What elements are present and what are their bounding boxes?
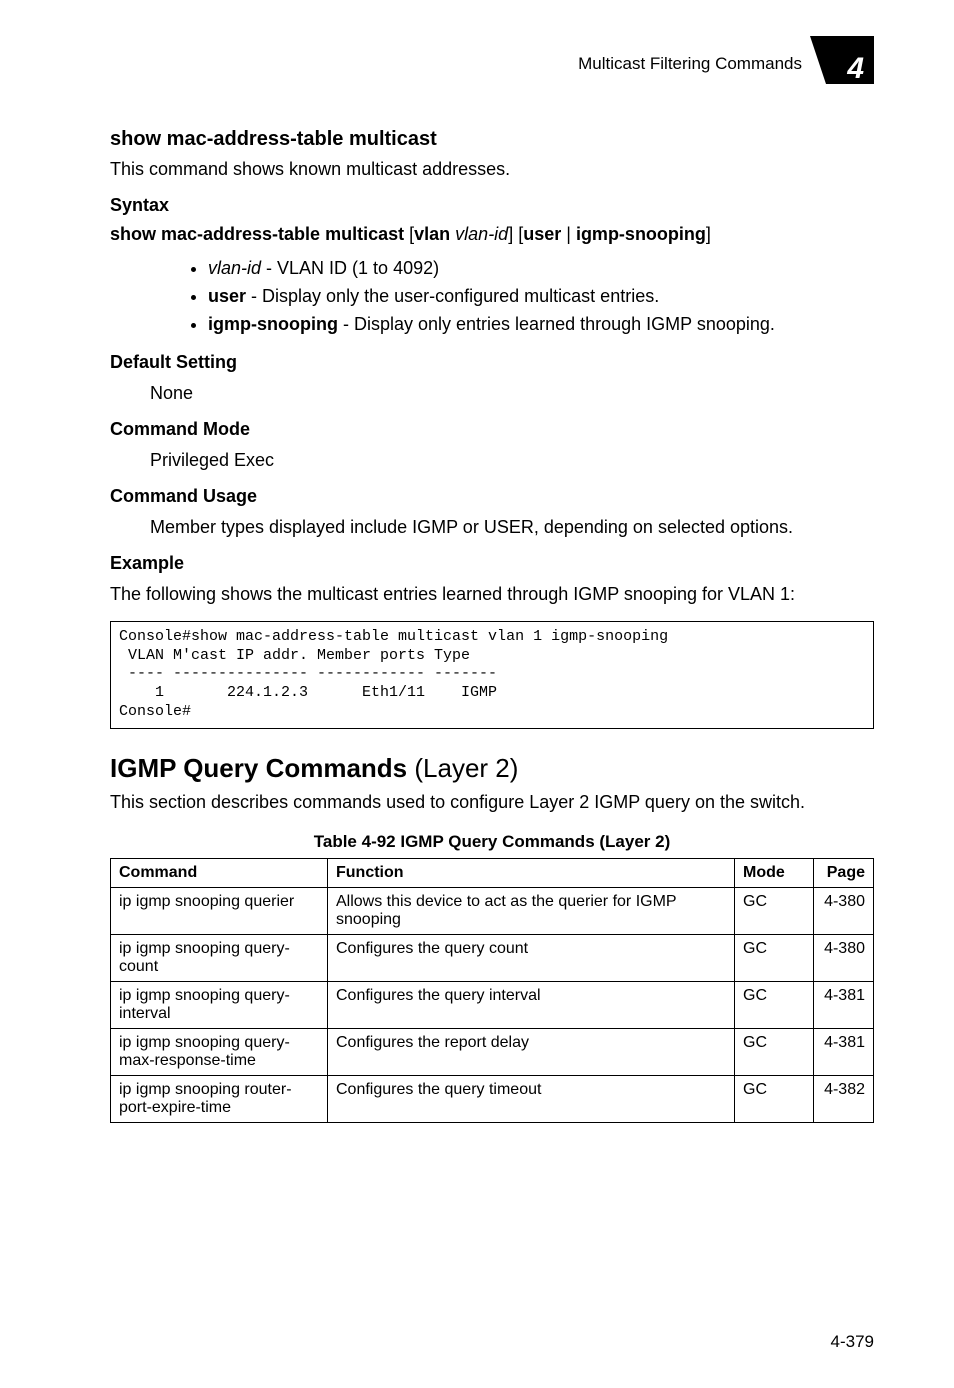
td-page: 4-380 bbox=[814, 934, 874, 981]
td-mode: GC bbox=[735, 981, 814, 1028]
td-command: ip igmp snooping router-port-expire-time bbox=[111, 1075, 328, 1122]
td-command: ip igmp snooping query-count bbox=[111, 934, 328, 981]
page-number: 4-379 bbox=[831, 1332, 874, 1352]
chapter-number: 4 bbox=[847, 52, 864, 86]
example-intro: The following shows the multicast entrie… bbox=[110, 582, 874, 606]
td-mode: GC bbox=[735, 1028, 814, 1075]
example-label: Example bbox=[110, 553, 874, 574]
syntax-pipe: | bbox=[561, 224, 576, 244]
th-command: Command bbox=[111, 858, 328, 887]
bullet-text: - VLAN ID (1 to 4092) bbox=[261, 258, 439, 278]
td-command: ip igmp snooping querier bbox=[111, 887, 328, 934]
code-example: Console#show mac-address-table multicast… bbox=[110, 621, 874, 729]
td-mode: GC bbox=[735, 934, 814, 981]
syntax-bracket: ] [ bbox=[508, 224, 523, 244]
syntax-kw-vlan: vlan bbox=[414, 224, 450, 244]
list-item: vlan-id - VLAN ID (1 to 4092) bbox=[208, 255, 874, 281]
bullet-italic: vlan-id bbox=[208, 258, 261, 278]
chapter-badge-icon bbox=[810, 36, 874, 84]
group-title-text: IGMP Query Commands bbox=[110, 753, 407, 783]
page-header: Multicast Filtering Commands 4 bbox=[110, 50, 874, 100]
syntax-bullets: vlan-id - VLAN ID (1 to 4092) user - Dis… bbox=[110, 255, 874, 337]
command-mode-label: Command Mode bbox=[110, 419, 874, 440]
th-function: Function bbox=[328, 858, 735, 887]
table-row: ip igmp snooping query-count Configures … bbox=[111, 934, 874, 981]
th-page: Page bbox=[814, 858, 874, 887]
td-function: Allows this device to act as the querier… bbox=[328, 887, 735, 934]
td-mode: GC bbox=[735, 887, 814, 934]
syntax-kw-igmp: igmp-snooping bbox=[576, 224, 706, 244]
list-item: user - Display only the user-configured … bbox=[208, 283, 874, 309]
commands-table: Command Function Mode Page ip igmp snoop… bbox=[110, 858, 874, 1123]
bullet-keyword: igmp-snooping bbox=[208, 314, 338, 334]
command-title: show mac-address-table multicast bbox=[110, 128, 874, 151]
page-root: Multicast Filtering Commands 4 show mac-… bbox=[0, 0, 954, 1388]
bullet-text: - Display only entries learned through I… bbox=[338, 314, 775, 334]
syntax-bracket: ] bbox=[706, 224, 711, 244]
syntax-cmd: show mac-address-table multicast bbox=[110, 224, 404, 244]
td-page: 4-382 bbox=[814, 1075, 874, 1122]
table-row: ip igmp snooping query-max-response-time… bbox=[111, 1028, 874, 1075]
td-page: 4-381 bbox=[814, 981, 874, 1028]
syntax-vlanid: vlan-id bbox=[455, 224, 508, 244]
td-command: ip igmp snooping query-interval bbox=[111, 981, 328, 1028]
table-row: ip igmp snooping query-interval Configur… bbox=[111, 981, 874, 1028]
command-mode-value: Privileged Exec bbox=[150, 448, 874, 472]
command-intro: This command shows known multicast addre… bbox=[110, 157, 874, 181]
group-title: IGMP Query Commands (Layer 2) bbox=[110, 753, 874, 784]
td-page: 4-380 bbox=[814, 887, 874, 934]
list-item: igmp-snooping - Display only entries lea… bbox=[208, 311, 874, 337]
td-command: ip igmp snooping query-max-response-time bbox=[111, 1028, 328, 1075]
syntax-kw-user: user bbox=[523, 224, 561, 244]
group-title-layer: (Layer 2) bbox=[407, 753, 518, 783]
table-row: ip igmp snooping router-port-expire-time… bbox=[111, 1075, 874, 1122]
default-setting-value: None bbox=[150, 381, 874, 405]
bullet-text: - Display only the user-configured multi… bbox=[246, 286, 659, 306]
td-function: Configures the query count bbox=[328, 934, 735, 981]
command-usage-label: Command Usage bbox=[110, 486, 874, 507]
td-mode: GC bbox=[735, 1075, 814, 1122]
running-head: Multicast Filtering Commands bbox=[578, 54, 802, 74]
command-usage-value: Member types displayed include IGMP or U… bbox=[150, 515, 874, 539]
td-function: Configures the report delay bbox=[328, 1028, 735, 1075]
td-function: Configures the query interval bbox=[328, 981, 735, 1028]
table-header-row: Command Function Mode Page bbox=[111, 858, 874, 887]
th-mode: Mode bbox=[735, 858, 814, 887]
syntax-label: Syntax bbox=[110, 195, 874, 216]
table-caption: Table 4-92 IGMP Query Commands (Layer 2) bbox=[110, 832, 874, 852]
td-page: 4-381 bbox=[814, 1028, 874, 1075]
bullet-keyword: user bbox=[208, 286, 246, 306]
td-function: Configures the query timeout bbox=[328, 1075, 735, 1122]
default-setting-label: Default Setting bbox=[110, 352, 874, 373]
table-row: ip igmp snooping querier Allows this dev… bbox=[111, 887, 874, 934]
group-intro: This section describes commands used to … bbox=[110, 790, 874, 814]
syntax-line: show mac-address-table multicast [vlan v… bbox=[110, 224, 874, 245]
